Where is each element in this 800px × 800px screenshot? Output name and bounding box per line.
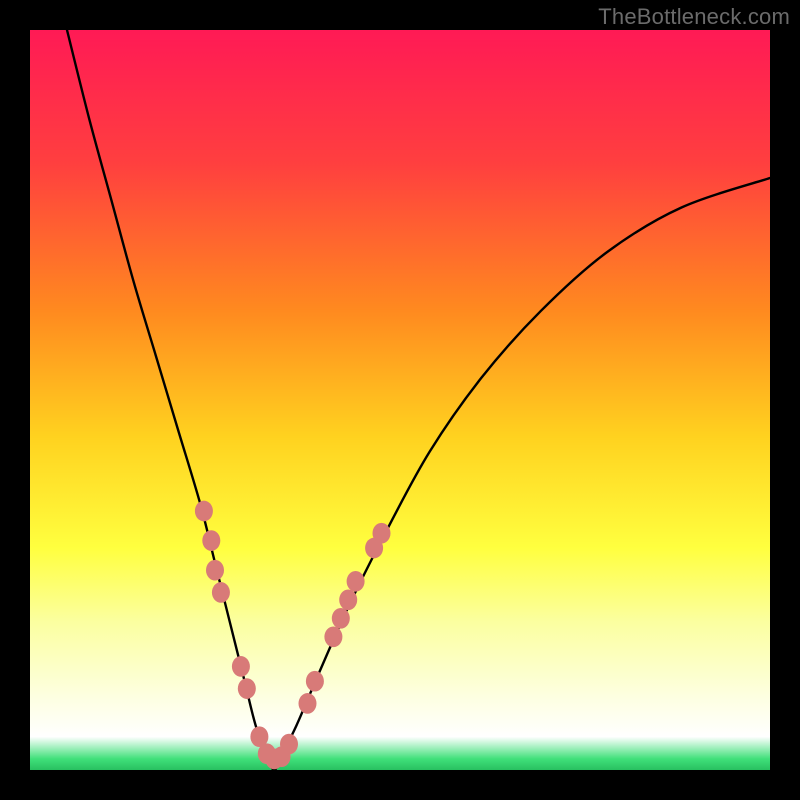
bottleneck-chart <box>30 30 770 770</box>
marker-dot <box>195 501 213 522</box>
marker-dot <box>212 582 230 603</box>
marker-dot <box>347 571 365 592</box>
marker-dot <box>299 693 317 714</box>
marker-dot <box>373 523 391 544</box>
marker-dot <box>238 678 256 699</box>
marker-dot <box>324 626 342 647</box>
marker-dot <box>306 671 324 692</box>
marker-dot <box>206 560 224 581</box>
marker-dot <box>339 589 357 610</box>
marker-dot <box>332 608 350 629</box>
marker-dot <box>280 734 298 755</box>
plot-area <box>30 30 770 770</box>
chart-frame: TheBottleneck.com <box>0 0 800 800</box>
watermark-text: TheBottleneck.com <box>598 4 790 30</box>
marker-dot <box>202 530 220 551</box>
gradient-background <box>30 30 770 770</box>
marker-dot <box>232 656 250 677</box>
